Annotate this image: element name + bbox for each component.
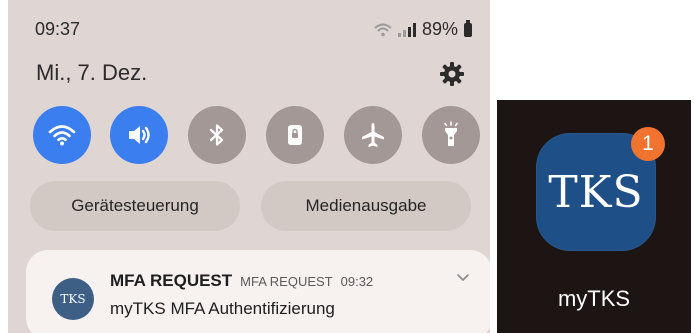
flashlight-icon xyxy=(444,121,458,146)
home-screen-app: TKS 1 myTKS xyxy=(497,100,691,333)
wifi-icon xyxy=(374,23,392,36)
flashlight-toggle[interactable] xyxy=(422,106,480,164)
rotation-lock-toggle[interactable] xyxy=(266,106,324,164)
status-bar: 09:37 89% xyxy=(8,0,490,44)
airplane-icon xyxy=(362,123,384,147)
app-label: myTKS xyxy=(557,286,631,311)
notification-header: MFA REQUEST MFA REQUEST 09:32 xyxy=(110,271,373,291)
quick-settings-row xyxy=(33,106,483,164)
bluetooth-toggle[interactable] xyxy=(188,106,246,164)
battery-percent: 89% xyxy=(421,19,458,39)
sound-icon xyxy=(129,126,150,144)
notification-app-name: MFA REQUEST xyxy=(240,274,333,289)
airplane-mode-toggle[interactable] xyxy=(344,106,402,164)
status-time: 09:37 xyxy=(35,19,81,39)
sound-toggle[interactable] xyxy=(110,106,168,164)
lock-rotation-icon xyxy=(288,125,302,145)
notification-card[interactable]: TKS MFA REQUEST MFA REQUEST 09:32 myTKS … xyxy=(26,250,490,333)
signal-icon xyxy=(397,22,416,37)
battery-icon xyxy=(464,19,472,37)
notification-badge: 1 xyxy=(631,127,665,161)
device-control-button[interactable]: Gerätesteuerung xyxy=(30,181,240,231)
notification-title: MFA REQUEST xyxy=(110,271,233,290)
wifi-icon xyxy=(48,125,76,146)
media-output-label: Medienausgabe xyxy=(305,196,427,215)
wifi-toggle[interactable] xyxy=(33,106,91,164)
device-control-label: Gerätesteuerung xyxy=(71,196,199,215)
status-icons: 89% xyxy=(374,19,472,40)
notification-time: 09:32 xyxy=(340,274,374,289)
media-output-button[interactable]: Medienausgabe xyxy=(261,181,471,231)
chevron-down-icon[interactable] xyxy=(456,270,470,284)
notification-shade: 09:37 89% Mi., 7. Dez. Gerätesteuerung M… xyxy=(8,0,490,333)
gear-icon[interactable] xyxy=(438,60,466,88)
app-avatar: TKS xyxy=(52,278,94,320)
notification-body: myTKS MFA Authentifizierung xyxy=(110,299,335,318)
date-label: Mi., 7. Dez. xyxy=(36,60,148,85)
bluetooth-icon xyxy=(209,124,224,146)
